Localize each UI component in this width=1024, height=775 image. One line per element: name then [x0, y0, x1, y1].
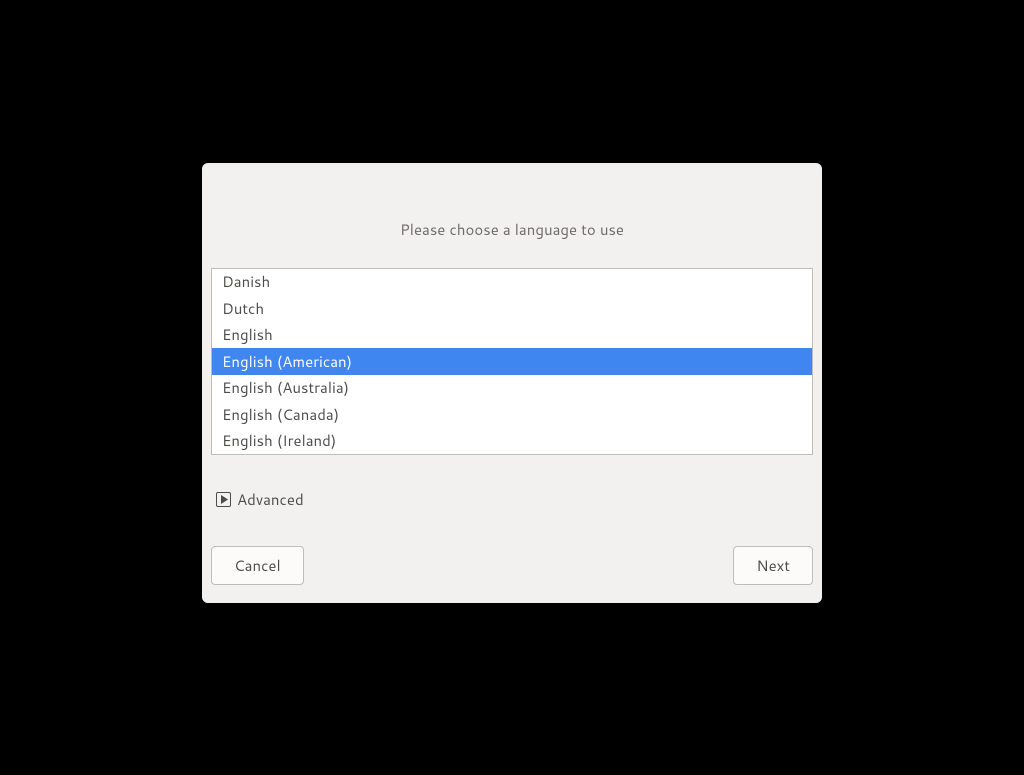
next-button[interactable]: Next — [733, 546, 813, 585]
expand-right-icon — [216, 492, 231, 507]
advanced-label: Advanced — [237, 489, 304, 510]
list-item[interactable]: Dutch — [212, 295, 812, 322]
list-item[interactable]: English — [212, 322, 812, 349]
advanced-toggle[interactable]: Advanced — [216, 489, 800, 510]
language-selection-dialog: Please choose a language to use Danish D… — [202, 163, 822, 603]
list-item[interactable]: Danish — [212, 269, 812, 296]
list-item[interactable]: English (American) — [212, 348, 812, 375]
dialog-buttons: Cancel Next — [211, 546, 813, 585]
spacer — [224, 510, 800, 522]
list-item[interactable]: English (Australia) — [212, 375, 812, 402]
list-item[interactable]: English (Canada) — [212, 401, 812, 428]
cancel-button[interactable]: Cancel — [211, 546, 304, 585]
dialog-title: Please choose a language to use — [224, 219, 800, 240]
list-item[interactable]: English (Ireland) — [212, 428, 812, 455]
language-listbox[interactable]: Danish Dutch English English (American) … — [211, 268, 813, 455]
